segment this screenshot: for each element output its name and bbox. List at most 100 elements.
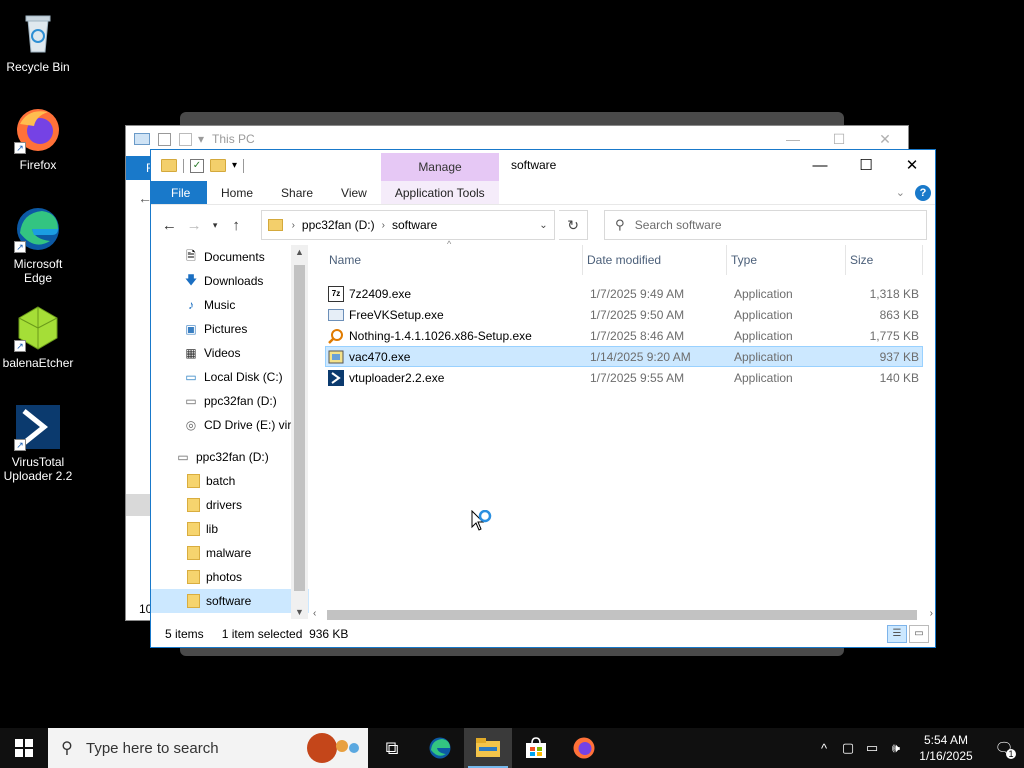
desktop-icon-label: VirusTotal Uploader 2.2	[3, 455, 73, 483]
show-hidden-icons-button[interactable]: ^	[812, 741, 836, 756]
scroll-up-icon[interactable]: ▲	[291, 247, 308, 257]
maximize-button[interactable]: ☐	[843, 150, 889, 181]
tab-application-tools[interactable]: Application Tools	[380, 181, 499, 204]
file-type: Application	[734, 349, 793, 364]
task-view-button[interactable]: ⧉	[368, 728, 416, 768]
tab-share[interactable]: Share	[267, 181, 327, 204]
7zip-icon: 7z	[328, 285, 344, 302]
bg-minimize-button[interactable]: —	[770, 131, 816, 148]
start-button[interactable]	[0, 728, 48, 768]
column-header-type[interactable]: Type	[727, 245, 846, 275]
nav-item-software[interactable]: software	[151, 589, 309, 613]
search-input[interactable]: Search software	[635, 218, 722, 232]
minimize-button[interactable]: —	[797, 150, 843, 181]
help-icon[interactable]: ?	[915, 184, 931, 201]
navigation-pane-scrollbar[interactable]: ▲ ▼	[291, 245, 308, 619]
taskbar-file-explorer-button[interactable]	[464, 728, 512, 768]
bg-close-button[interactable]: ✕	[862, 131, 908, 148]
address-bar[interactable]: › ppc32fan (D:) › software ⌄	[260, 210, 556, 240]
magnifier-icon	[328, 328, 344, 344]
documents-icon: 🗎	[186, 248, 196, 263]
desktop-icon-firefox[interactable]: ↗ Firefox	[0, 106, 76, 172]
volume-icon[interactable]: 🕪	[884, 740, 908, 756]
meet-now-icon[interactable]: ▢	[836, 740, 860, 756]
file-row[interactable]: Nothing-1.4.1.1026.x86-Setup.exe 1/7/202…	[325, 325, 923, 346]
column-header-date-modified[interactable]: Date modified	[583, 245, 727, 275]
desktop-icon-recycle-bin[interactable]: Recycle Bin	[0, 8, 76, 74]
properties-icon[interactable]: ✓	[190, 158, 204, 173]
address-dropdown-icon[interactable]: ⌄	[532, 220, 554, 231]
nav-item-music[interactable]: ♪ Music	[151, 293, 309, 317]
close-button[interactable]: ✕	[889, 150, 935, 181]
nav-item-cd-drive[interactable]: ◎ CD Drive (E:) virt	[151, 413, 309, 437]
music-icon: ♪	[188, 298, 194, 312]
details-view-button[interactable]: ☰	[887, 625, 907, 643]
taskbar-store-button[interactable]	[512, 728, 560, 768]
scroll-right-icon[interactable]: ›	[930, 608, 933, 619]
titlebar[interactable]: ✓ ▾ Manage software — ☐ ✕	[151, 150, 935, 181]
nav-item-batch[interactable]: batch	[151, 469, 309, 493]
nav-item-ppc32fan-root[interactable]: ▭ ppc32fan (D:)	[151, 445, 309, 469]
nav-item-downloads[interactable]: 🡇 Downloads	[151, 269, 309, 293]
explorer-window-software[interactable]: ✓ ▾ Manage software — ☐ ✕ File Home Shar…	[150, 149, 936, 648]
action-center-button[interactable]: 🗨 1	[984, 739, 1024, 759]
taskbar-edge-button[interactable]	[416, 728, 464, 768]
nav-item-malware[interactable]: malware	[151, 541, 309, 565]
qat-new-folder-icon	[179, 132, 192, 146]
up-button[interactable]: ↑	[226, 217, 247, 234]
manage-tab-label: Manage	[381, 153, 499, 181]
desktop-icon-balenaetcher[interactable]: ↗ balenaEtcher	[0, 304, 76, 370]
taskbar-search-input[interactable]: Type here to search	[86, 740, 219, 757]
breadcrumb-folder[interactable]: software	[388, 218, 441, 232]
file-row[interactable]: FreeVKSetup.exe 1/7/2025 9:50 AM Applica…	[325, 304, 923, 325]
column-header-size[interactable]: Size	[846, 245, 923, 275]
new-folder-icon[interactable]	[210, 159, 226, 172]
scrollbar-thumb[interactable]	[327, 610, 917, 620]
clock[interactable]: 5:54 AM 1/16/2025	[908, 732, 984, 764]
nav-item-label: Local Disk (C:)	[204, 370, 283, 384]
nav-item-label: batch	[206, 474, 236, 488]
qat-dropdown-icon[interactable]: ▾	[232, 160, 237, 171]
refresh-button[interactable]: ↻	[559, 210, 588, 240]
breadcrumb-chevron-icon[interactable]: ›	[289, 220, 298, 231]
bg-file-tab[interactable]: F	[126, 156, 153, 180]
network-icon[interactable]: ▭	[860, 740, 884, 756]
taskbar-firefox-button[interactable]	[560, 728, 608, 768]
breadcrumb-chevron-icon[interactable]: ›	[379, 220, 388, 231]
notification-count: 1	[1006, 749, 1016, 759]
desktop-icon-virustotal[interactable]: ↗ VirusTotal Uploader 2.2	[0, 403, 76, 483]
file-row-selected[interactable]: vac470.exe 1/14/2025 9:20 AM Application…	[325, 346, 923, 367]
search-box[interactable]: ⚲ Search software	[603, 210, 927, 240]
forward-button[interactable]: →	[184, 217, 205, 234]
scroll-down-icon[interactable]: ▼	[291, 607, 308, 617]
scrollbar-thumb[interactable]	[294, 265, 305, 591]
nav-item-pictures[interactable]: ▣ Pictures	[151, 317, 309, 341]
tab-view[interactable]: View	[327, 181, 381, 204]
taskbar-search-box[interactable]: ⚲ Type here to search	[48, 728, 368, 768]
desktop-icon-edge[interactable]: ↗ Microsoft Edge	[0, 205, 76, 285]
nav-item-local-disk[interactable]: ▭ Local Disk (C:)	[151, 365, 309, 389]
file-type: Application	[734, 286, 793, 301]
nav-item-documents[interactable]: 🗎 Documents	[151, 245, 309, 269]
back-button[interactable]: ←	[159, 217, 180, 234]
drive-icon: ▭	[185, 394, 197, 408]
recent-locations-dropdown[interactable]: ▾	[209, 220, 222, 231]
scroll-left-icon[interactable]: ‹	[313, 608, 316, 619]
nav-item-drivers[interactable]: drivers	[151, 493, 309, 517]
breadcrumb-drive[interactable]: ppc32fan (D:)	[298, 218, 379, 232]
file-row[interactable]: vtuploader2.2.exe 1/7/2025 9:55 AM Appli…	[325, 367, 923, 388]
nav-item-label: Documents	[204, 250, 265, 264]
file-date: 1/7/2025 9:50 AM	[590, 307, 685, 322]
nav-item-ppc32fan-drive[interactable]: ▭ ppc32fan (D:)	[151, 389, 309, 413]
tab-home[interactable]: Home	[207, 181, 267, 204]
tab-file[interactable]: File	[151, 181, 207, 204]
bg-maximize-button[interactable]: ☐	[816, 131, 862, 148]
nav-item-videos[interactable]: ▦ Videos	[151, 341, 309, 365]
nav-item-lib[interactable]: lib	[151, 517, 309, 541]
column-header-name[interactable]: Name	[325, 245, 583, 275]
file-row[interactable]: 7z 7z2409.exe 1/7/2025 9:49 AM Applicati…	[325, 283, 923, 304]
expand-ribbon-icon[interactable]: ⌄	[896, 186, 905, 199]
nav-item-label: Pictures	[204, 322, 248, 336]
nav-item-photos[interactable]: photos	[151, 565, 309, 589]
large-icons-view-button[interactable]: ▭	[909, 625, 929, 643]
